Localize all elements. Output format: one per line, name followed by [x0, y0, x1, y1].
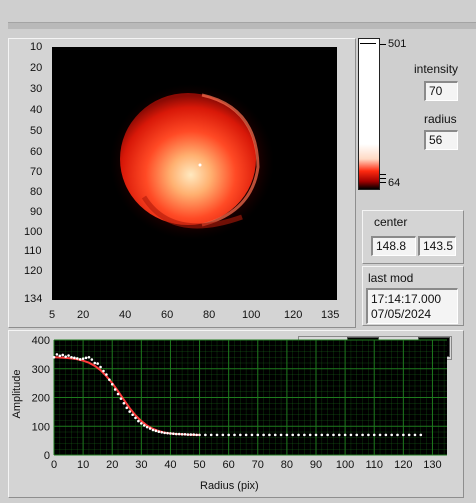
- colorbar-min-tick: [380, 178, 386, 179]
- window-top-bar: [8, 22, 476, 29]
- image-x-tick: 60: [161, 309, 174, 321]
- image-y-tick: 90: [30, 206, 43, 218]
- image-x-tick: 20: [77, 309, 90, 321]
- image-canvas[interactable]: [52, 47, 337, 300]
- chart-ylabel: Amplitude: [11, 369, 23, 419]
- last-mod-time: 17:14:17.000: [371, 292, 442, 306]
- image-y-tick: 10: [30, 41, 43, 53]
- last-mod-label: last mod: [368, 271, 414, 285]
- image-y-tick: 110: [24, 245, 42, 257]
- image-y-tick: 30: [30, 83, 43, 95]
- fit-line-icon: [421, 341, 447, 354]
- beam-spot: [120, 93, 256, 225]
- beam-image: [110, 84, 274, 240]
- radius-label: radius: [424, 112, 457, 126]
- last-mod-date: 07/05/2024: [371, 307, 432, 321]
- image-x-tick: 100: [242, 309, 261, 321]
- image-x-tick: 120: [284, 309, 303, 321]
- image-y-tick: 120: [24, 265, 43, 277]
- data-point-icon: [354, 342, 372, 352]
- colorbar-max-label: 501: [388, 38, 407, 50]
- image-y-tick: 134: [24, 293, 43, 305]
- image-y-tick: 50: [30, 125, 43, 137]
- image-x-tick: 40: [119, 309, 132, 321]
- center-y-indicator: 143.5: [418, 236, 456, 256]
- chart-xlabel: Radius (pix): [200, 480, 259, 492]
- legend-data-swatch[interactable]: [347, 337, 379, 357]
- center-x-indicator: 148.8: [371, 236, 416, 256]
- image-x-tick: 135: [321, 309, 340, 321]
- colorbar-min-tick: [380, 182, 386, 183]
- image-x-tick: 80: [203, 309, 216, 321]
- legend-fit-label: Fit: [390, 340, 404, 354]
- colorbar-min-tick: [380, 174, 386, 175]
- center-label: center: [374, 215, 408, 229]
- legend-fit-swatch[interactable]: [418, 337, 450, 357]
- image-y-tick: 100: [24, 226, 43, 238]
- image-y-tick: 80: [30, 186, 43, 198]
- colorbar[interactable]: [358, 38, 380, 190]
- radius-indicator: 56: [424, 130, 458, 150]
- intensity-label: intensity: [414, 62, 459, 76]
- center-marker: [198, 163, 202, 167]
- legend-data-label: Data: [313, 340, 339, 354]
- image-x-tick: 5: [49, 309, 56, 321]
- last-mod-indicator: 17:14:17.000 07/05/2024: [366, 288, 458, 324]
- intensity-indicator: 70: [424, 81, 458, 101]
- colorbar-max-marker: [360, 43, 376, 44]
- colorbar-max-tick: [380, 44, 386, 45]
- image-y-tick: 60: [30, 146, 43, 158]
- image-y-tick: 70: [30, 166, 43, 178]
- image-y-tick: 40: [30, 104, 43, 116]
- colorbar-min-label: 64: [388, 177, 401, 189]
- image-y-tick: 20: [30, 62, 43, 74]
